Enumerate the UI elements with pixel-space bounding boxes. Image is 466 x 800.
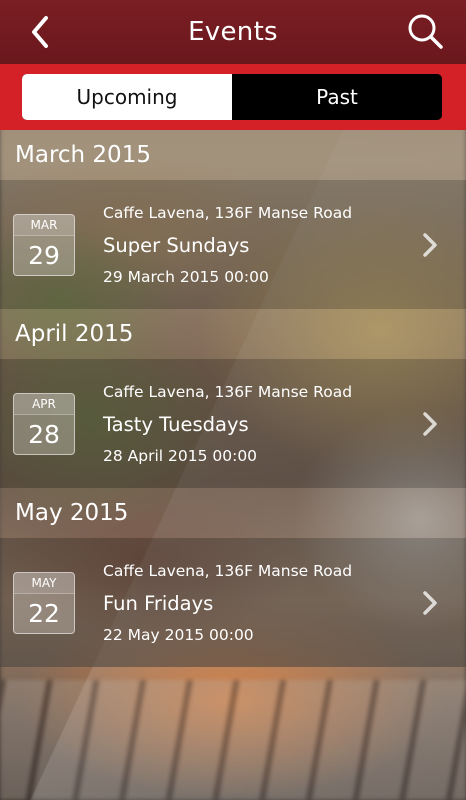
background-wood-table xyxy=(0,680,466,800)
event-name: Tasty Tuesdays xyxy=(103,413,249,436)
event-row[interactable]: APR 28 Caffe Lavena, 136F Manse Road Tas… xyxy=(0,359,466,488)
chevron-right-icon xyxy=(423,412,437,436)
calendar-day: 28 xyxy=(28,420,60,449)
events-segmented-control: Upcoming Past xyxy=(22,74,442,120)
section-header-month: April 2015 xyxy=(0,309,466,359)
search-button[interactable] xyxy=(406,12,446,52)
event-name: Super Sundays xyxy=(103,234,250,257)
event-name: Fun Fridays xyxy=(103,592,214,615)
search-icon xyxy=(408,14,443,49)
events-list: March 2015 MAR 29 Caffe Lavena, 136F Man… xyxy=(0,130,466,667)
calendar-day: 29 xyxy=(28,241,60,270)
tab-upcoming[interactable]: Upcoming xyxy=(22,74,232,120)
calendar-date-badge: MAY 22 xyxy=(13,572,75,634)
section-header-month: May 2015 xyxy=(0,488,466,538)
event-venue: Caffe Lavena, 136F Manse Road xyxy=(103,204,353,222)
calendar-month: APR xyxy=(14,394,74,415)
event-venue: Caffe Lavena, 136F Manse Road xyxy=(103,562,353,580)
event-datetime: 28 April 2015 00:00 xyxy=(103,447,258,465)
event-row[interactable]: MAY 22 Caffe Lavena, 136F Manse Road Fun… xyxy=(0,538,466,667)
chevron-right-icon xyxy=(423,591,437,615)
calendar-date-badge: APR 28 xyxy=(13,393,75,455)
tab-past[interactable]: Past xyxy=(232,74,442,120)
nav-bar: Events xyxy=(0,0,466,65)
calendar-date-badge: MAR 29 xyxy=(13,214,75,276)
section-header-month: March 2015 xyxy=(0,130,466,180)
app-screen: Events Upcoming Past March 2015 MAR 29 C… xyxy=(0,0,466,800)
page-title: Events xyxy=(188,17,278,47)
event-venue: Caffe Lavena, 136F Manse Road xyxy=(103,383,353,401)
calendar-month: MAR xyxy=(14,215,74,236)
event-row[interactable]: MAR 29 Caffe Lavena, 136F Manse Road Sup… xyxy=(0,180,466,309)
calendar-month: MAY xyxy=(14,573,74,594)
event-datetime: 29 March 2015 00:00 xyxy=(103,268,269,286)
segment-band: Upcoming Past xyxy=(0,64,466,130)
chevron-right-icon xyxy=(423,233,437,257)
event-datetime: 22 May 2015 00:00 xyxy=(103,626,254,644)
calendar-day: 22 xyxy=(28,599,60,628)
